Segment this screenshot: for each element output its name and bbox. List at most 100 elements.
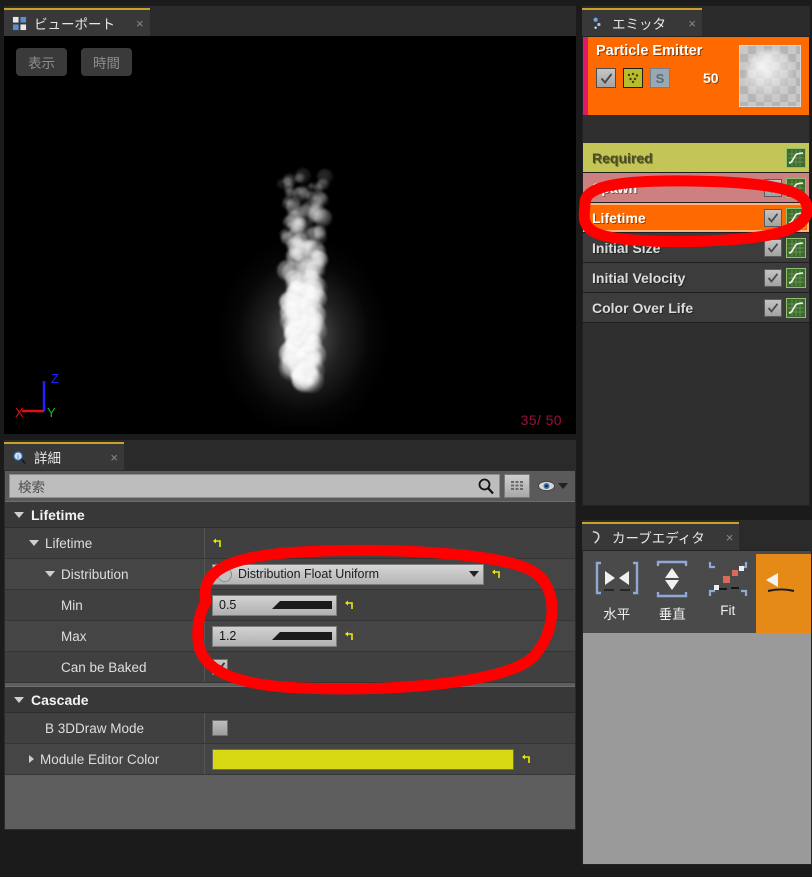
module-label: Color Over Life <box>592 299 694 316</box>
module-enabled-checkbox[interactable] <box>764 208 782 227</box>
prop-row-module-editor-color[interactable]: Module Editor Color <box>5 744 575 775</box>
curve-editor-panel: カーブエディタ × 水平 垂直 Fit <box>582 520 812 865</box>
search-icon[interactable] <box>477 477 495 495</box>
viewport-canvas[interactable]: 表示 時間 Z X Y 35/ 50 <box>4 36 576 434</box>
curve-editor-icon <box>592 530 600 544</box>
distribution-value: Distribution Float Uniform <box>238 567 380 581</box>
module-enabled-checkbox[interactable] <box>764 238 782 257</box>
min-input[interactable]: 0.5 <box>212 594 337 616</box>
fit-button[interactable]: Fit <box>700 554 756 636</box>
module-curve-icon[interactable] <box>786 297 806 318</box>
prop-value-cell <box>205 652 575 682</box>
emitter-empty-area[interactable] <box>583 323 809 505</box>
spinner-icon[interactable] <box>271 632 332 640</box>
emitter-thumbnail[interactable] <box>739 45 801 107</box>
chevron-right-icon[interactable] <box>29 755 34 763</box>
module-row-initial-size[interactable]: Initial Size <box>583 233 809 263</box>
distribution-select[interactable]: Distribution Float Uniform <box>212 563 484 585</box>
max-input[interactable]: 1.2 <box>212 625 337 647</box>
pan-button[interactable] <box>755 554 811 636</box>
min-value: 0.5 <box>219 598 237 612</box>
module-enabled-checkbox[interactable] <box>764 298 782 317</box>
module-list: Required Spawn Lifetime Initial Size Initial… <box>583 143 809 323</box>
chevron-down-icon <box>14 511 24 518</box>
prop-label: Can be Baked <box>61 659 147 675</box>
module-enabled-checkbox[interactable] <box>764 178 782 197</box>
fit-all-icon <box>708 562 747 596</box>
eye-icon <box>538 480 555 492</box>
prop-row-3ddraw-mode[interactable]: B 3DDraw Mode <box>5 713 575 744</box>
fit-horizontal-button[interactable]: 水平 <box>589 554 645 636</box>
tab-emitter[interactable]: エミッタ × <box>582 8 702 36</box>
module-row-initial-velocity[interactable]: Initial Velocity <box>583 263 809 293</box>
prop-row-lifetime[interactable]: Lifetime <box>5 528 575 559</box>
curve-editor-graph-area[interactable] <box>583 633 811 864</box>
emitter-name: Particle Emitter <box>596 43 703 59</box>
emitter-header[interactable]: Particle Emitter S 50 <box>583 37 809 115</box>
module-editor-color-swatch[interactable] <box>212 748 514 770</box>
tab-viewport[interactable]: ビューポート × <box>4 8 150 36</box>
close-icon[interactable]: × <box>96 450 118 465</box>
prop-label: B 3DDraw Mode <box>45 720 145 736</box>
close-icon[interactable]: × <box>712 530 734 545</box>
can-be-baked-checkbox[interactable] <box>212 659 228 675</box>
chevron-down-icon[interactable] <box>29 540 39 546</box>
3ddraw-mode-checkbox[interactable] <box>212 720 228 736</box>
time-menu-button[interactable]: 時間 <box>81 48 132 76</box>
module-curve-icon[interactable] <box>786 207 806 228</box>
prop-row-can-be-baked[interactable]: Can be Baked <box>5 652 575 683</box>
button-label: 水平 <box>603 607 631 622</box>
emitter-render-icon[interactable] <box>623 68 643 88</box>
search-input[interactable]: 検索 <box>9 474 500 498</box>
prop-label: Min <box>61 597 83 613</box>
emitter-particle-count: 50 <box>703 70 719 86</box>
emitter-enabled-checkbox[interactable] <box>596 68 616 88</box>
tab-curve-editor[interactable]: カーブエディタ × <box>582 522 740 550</box>
reset-arrow-icon[interactable] <box>212 537 223 550</box>
view-menu-button[interactable]: 表示 <box>16 48 67 76</box>
reset-arrow-icon[interactable] <box>521 753 532 766</box>
reset-arrow-icon[interactable] <box>491 568 502 581</box>
grid-view-icon[interactable] <box>504 474 530 498</box>
module-curve-icon[interactable] <box>786 147 806 168</box>
category-label: Cascade <box>31 691 89 708</box>
close-icon[interactable]: × <box>122 16 144 31</box>
reset-arrow-icon[interactable] <box>344 630 355 643</box>
prop-label-cell: B 3DDraw Mode <box>5 713 205 743</box>
reset-arrow-icon[interactable] <box>344 599 355 612</box>
prop-row-distribution[interactable]: Distribution Distribution Float Uniform <box>5 559 575 590</box>
viewport-tab-label: ビューポート <box>34 17 115 32</box>
close-icon[interactable]: × <box>674 16 696 31</box>
module-curve-icon[interactable] <box>786 267 806 288</box>
prop-value-cell: 0.5 <box>205 590 575 620</box>
checkmark-icon <box>767 182 779 193</box>
module-row-color-over-life[interactable]: Color Over Life <box>583 293 809 323</box>
module-curve-icon[interactable] <box>786 177 806 198</box>
module-curve-icon[interactable] <box>786 237 806 258</box>
tab-details[interactable]: i 詳細 × <box>4 442 124 470</box>
details-search-row: 検索 <box>5 471 575 501</box>
fit-vertical-button[interactable]: 垂直 <box>645 554 701 636</box>
spinner-icon[interactable] <box>271 601 332 609</box>
module-row-lifetime[interactable]: Lifetime <box>583 203 809 233</box>
prop-value-cell <box>205 713 575 743</box>
emitter-spacer <box>583 115 809 143</box>
prop-label: Lifetime <box>45 535 93 551</box>
prop-row-min[interactable]: Min 0.5 <box>5 590 575 621</box>
checkmark-icon <box>767 242 779 253</box>
viewport-tabstrip: ビューポート × <box>4 6 576 36</box>
module-label: Initial Size <box>592 239 661 256</box>
category-header-cascade[interactable]: Cascade <box>5 686 575 713</box>
module-row-spawn[interactable]: Spawn <box>583 173 809 203</box>
details-tab-label: 詳細 <box>34 451 61 466</box>
emitter-solo-badge[interactable]: S <box>650 68 670 88</box>
module-row-required[interactable]: Required <box>583 143 809 173</box>
category-header-lifetime[interactable]: Lifetime <box>5 501 575 528</box>
eye-visibility-dropdown[interactable] <box>534 479 571 493</box>
module-enabled-checkbox[interactable] <box>764 268 782 287</box>
viewport-grid-icon <box>12 16 27 30</box>
chevron-down-icon[interactable] <box>45 571 55 577</box>
emitter-body: Particle Emitter S 50 Required Spawn Lif… <box>582 36 810 506</box>
prop-row-max[interactable]: Max 1.2 <box>5 621 575 652</box>
prop-label-cell: Lifetime <box>5 528 205 558</box>
